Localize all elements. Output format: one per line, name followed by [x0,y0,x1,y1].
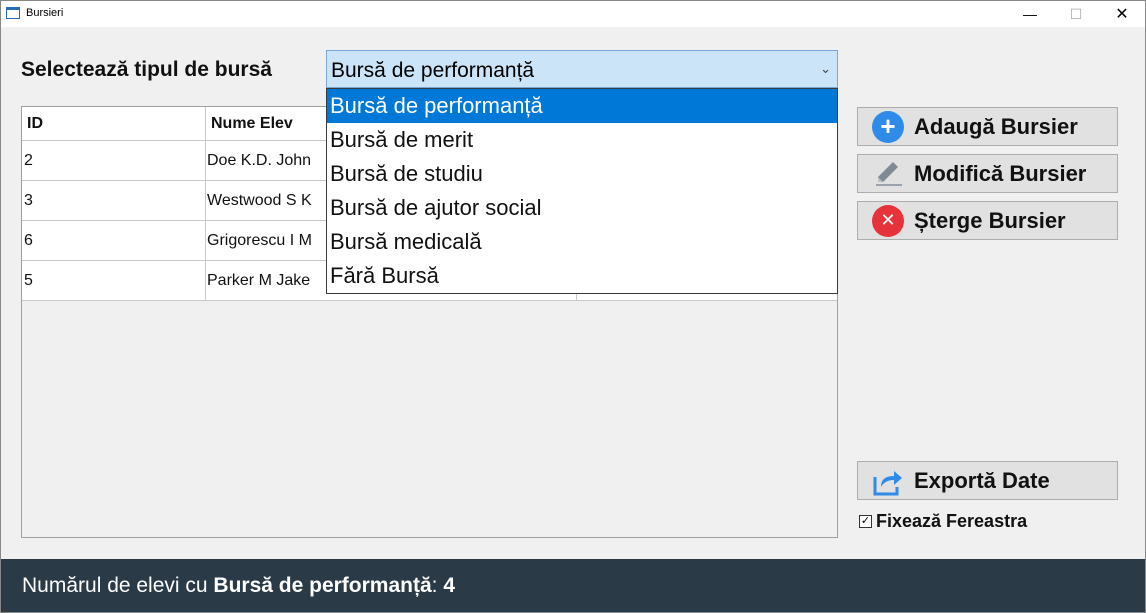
cell-name: Parker M Jake [207,272,311,289]
column-header-name[interactable]: Nume Elev [211,115,293,133]
edit-scholar-button[interactable]: Modifică Bursier [857,154,1118,193]
close-circle-icon: ✕ [872,204,904,237]
title-bar: Bursieri — ☐ ✕ [1,1,1145,27]
share-arrow-icon [872,465,904,497]
status-separator: : [431,574,444,597]
add-scholar-label: Adaugă Bursier [914,113,1078,139]
cell-name: Grigorescu I M [207,232,312,249]
window-title: Bursieri [26,7,64,19]
minimize-button[interactable]: — [1007,1,1053,27]
cell-name: Westwood S K [207,192,312,209]
chevron-down-icon[interactable]: ⌄ [820,61,831,77]
app-window-icon [6,7,20,19]
cell-id: 5 [24,272,33,289]
export-data-label: Exportă Date [914,467,1050,493]
maximize-button[interactable]: ☐ [1053,1,1099,27]
cell-id: 6 [24,232,33,249]
scholarship-type-label: Selectează tipul de bursă [21,58,272,81]
column-divider[interactable] [205,107,206,301]
status-count: 4 [443,574,456,597]
close-button[interactable]: ✕ [1099,1,1145,27]
option-social-aid[interactable]: Bursă de ajutor social [327,191,837,225]
option-study[interactable]: Bursă de studiu [327,157,837,191]
add-scholar-button[interactable]: + Adaugă Bursier [857,107,1118,146]
cell-name: Doe K.D. John [207,152,312,169]
app-window: Bursieri — ☐ ✕ Selectează tipul de bursă… [0,0,1146,613]
status-prefix: Numărul de elevi cu [22,574,214,597]
status-bar: Numărul de elevi cu Bursă de performanță… [1,559,1145,612]
plus-icon: + [872,110,904,143]
export-data-button[interactable]: Exportă Date [857,461,1118,500]
scholarship-type-value: Bursă de performanță [331,59,535,82]
cell-id: 2 [24,152,33,169]
student-count-status: Numărul de elevi cu Bursă de performanță… [22,574,455,598]
pin-window-label: Fixează Fereastra [876,511,1028,531]
option-medical[interactable]: Bursă medicală [327,225,837,259]
option-none[interactable]: Fără Bursă [327,259,837,293]
column-header-id[interactable]: ID [27,115,43,133]
scholarship-type-options: Bursă de performanță Bursă de merit Burs… [326,88,838,294]
delete-scholar-button[interactable]: ✕ Șterge Bursier [857,201,1118,240]
scholarship-type-select[interactable]: Bursă de performanță ⌄ [326,50,838,88]
cell-id: 3 [24,192,33,209]
pin-window-option[interactable]: ✓ Fixează Fereastra [859,511,1027,532]
option-performance[interactable]: Bursă de performanță [327,89,837,123]
delete-scholar-label: Șterge Bursier [914,207,1066,233]
edit-scholar-label: Modifică Bursier [914,160,1087,186]
pencil-icon [872,158,904,190]
status-scholarship-type: Bursă de performanță [213,574,432,597]
pin-window-checkbox[interactable]: ✓ [859,515,872,528]
option-merit[interactable]: Bursă de merit [327,123,837,157]
